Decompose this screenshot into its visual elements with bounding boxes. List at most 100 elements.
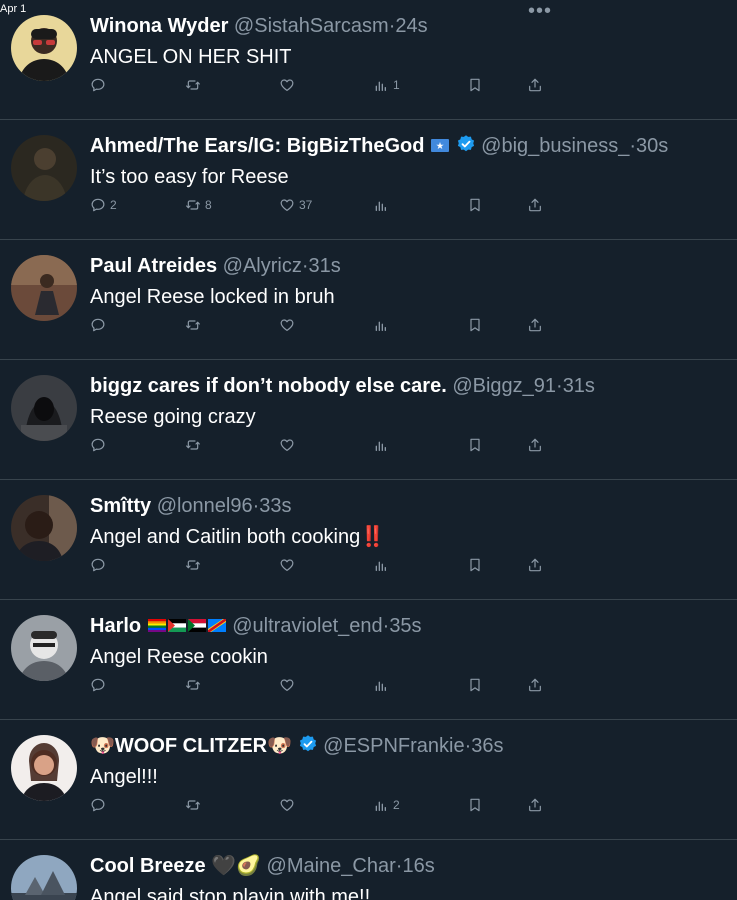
views-button[interactable] [373,553,389,577]
tweet[interactable]: 🐶WOOF CLITZER🐶 @ESPNFrankie·36s Angel!!!… [0,720,737,840]
like-button[interactable] [279,793,299,817]
timestamp[interactable]: 33s [259,495,291,517]
tweet[interactable]: Cool Breeze 🖤🥑 @Maine_Char·16s Angel sai… [0,840,737,900]
views-button[interactable]: 2 [373,793,400,817]
share-button[interactable] [527,553,543,577]
reply-button[interactable] [90,313,106,337]
retweet-button[interactable]: 8 [185,193,212,217]
handle[interactable]: @Maine_Char [267,855,396,877]
timestamp[interactable]: 30s [636,135,668,157]
avatar[interactable] [11,255,77,321]
retweet-button[interactable] [185,673,201,697]
like-button[interactable] [279,553,295,577]
handle[interactable]: @Biggz_91 [452,375,556,397]
dog-emoji-icon: 🐶 [267,735,293,757]
timestamp[interactable]: 36s [471,735,503,757]
reply-button[interactable] [90,553,106,577]
tweet[interactable]: Paul Atreides @Alyricz·31s Angel Reese l… [0,240,737,360]
display-name[interactable]: Ahmed/The Ears/IG: BigBizTheGod [90,135,424,157]
flag-emoji-icon [431,139,450,152]
retweet-button[interactable] [185,313,201,337]
display-name[interactable]: Cool Breeze [90,855,206,877]
share-button[interactable] [527,193,543,217]
reply-button[interactable] [90,433,106,457]
double-exclamation-emoji: ‼️ [360,526,386,548]
share-icon [527,77,543,93]
handle[interactable]: @ESPNFrankie [323,735,464,757]
like-button[interactable] [279,73,299,97]
bookmark-button[interactable] [467,553,483,577]
tweet[interactable]: Ahmed/The Ears/IG: BigBizTheGod @big_bus… [0,120,737,240]
timestamp[interactable]: 16s [402,855,434,877]
like-count: 37 [299,198,313,212]
views-icon [373,77,389,93]
retweet-icon [185,437,201,453]
bookmark-button[interactable] [467,73,483,97]
like-button[interactable]: 37 [279,193,312,217]
tweet[interactable]: Harlo @ultraviolet_end·35s Angel Reese c… [0,600,737,720]
share-button[interactable] [527,673,543,697]
views-icon [373,677,389,693]
reply-button[interactable]: 2 [90,193,117,217]
handle[interactable]: @Alyricz [223,255,302,277]
avatar[interactable] [11,615,77,681]
bookmark-button[interactable] [467,193,483,217]
retweet-button[interactable] [185,553,201,577]
timestamp[interactable]: 24s [395,15,427,37]
tweet[interactable]: biggz cares if don’t nobody else care. @… [0,360,737,480]
share-button[interactable] [527,73,543,97]
views-icon [373,197,389,213]
avatar[interactable] [11,495,77,561]
bookmark-button[interactable] [467,433,483,457]
like-button[interactable] [279,433,295,457]
display-name[interactable]: Harlo [90,615,141,637]
bookmark-button[interactable] [467,313,483,337]
views-button[interactable] [373,433,389,457]
tweet[interactable]: Winona Wyder @SistahSarcasm·24s ANGEL ON… [0,0,737,120]
views-button[interactable] [373,313,389,337]
share-button[interactable] [527,433,543,457]
reply-button[interactable] [90,673,106,697]
heart-icon [279,557,295,573]
handle[interactable]: @SistahSarcasm [234,15,389,37]
display-name[interactable]: Smîtty [90,495,151,517]
handle[interactable]: @big_business_ [481,135,629,157]
retweet-button[interactable] [185,793,205,817]
avatar[interactable] [11,855,77,900]
display-name[interactable]: biggz cares if don’t nobody else care. [90,375,447,397]
avatar[interactable] [11,15,77,81]
avatar[interactable] [11,375,77,441]
display-name[interactable]: Winona Wyder [90,15,228,37]
views-icon [373,437,389,453]
avatar[interactable] [11,135,77,201]
like-button[interactable] [279,313,295,337]
action-bar [0,433,737,457]
share-icon [527,437,543,453]
views-button[interactable]: 1 [373,73,400,97]
bookmark-button[interactable] [467,673,483,697]
heart-icon [279,77,295,93]
views-button[interactable] [373,193,393,217]
handle[interactable]: @ultraviolet_end [232,615,382,637]
avatar[interactable] [11,735,77,801]
share-button[interactable] [527,793,543,817]
timestamp[interactable]: 35s [389,615,421,637]
tweet[interactable]: Smîtty @lonnel96·33s Angel and Caitlin b… [0,480,737,600]
display-name[interactable]: Paul Atreides [90,255,217,277]
tweet-header: Ahmed/The Ears/IG: BigBizTheGod @big_bus… [90,134,668,158]
bookmark-button[interactable] [467,793,483,817]
reply-button[interactable] [90,73,110,97]
display-name[interactable]: WOOF CLITZER [115,735,267,757]
share-button[interactable] [527,313,543,337]
tweet-text: Angel said stop playin with me!! [90,886,371,900]
timestamp[interactable]: 31s [309,255,341,277]
timestamp[interactable]: 31s [563,375,595,397]
rainbow-flag-emoji-icon [147,619,166,632]
views-button[interactable] [373,673,389,697]
retweet-button[interactable] [185,433,201,457]
reply-button[interactable] [90,793,110,817]
tweet-header: biggz cares if don’t nobody else care. @… [90,374,595,398]
like-button[interactable] [279,673,295,697]
retweet-button[interactable] [185,73,205,97]
handle[interactable]: @lonnel96 [157,495,253,517]
